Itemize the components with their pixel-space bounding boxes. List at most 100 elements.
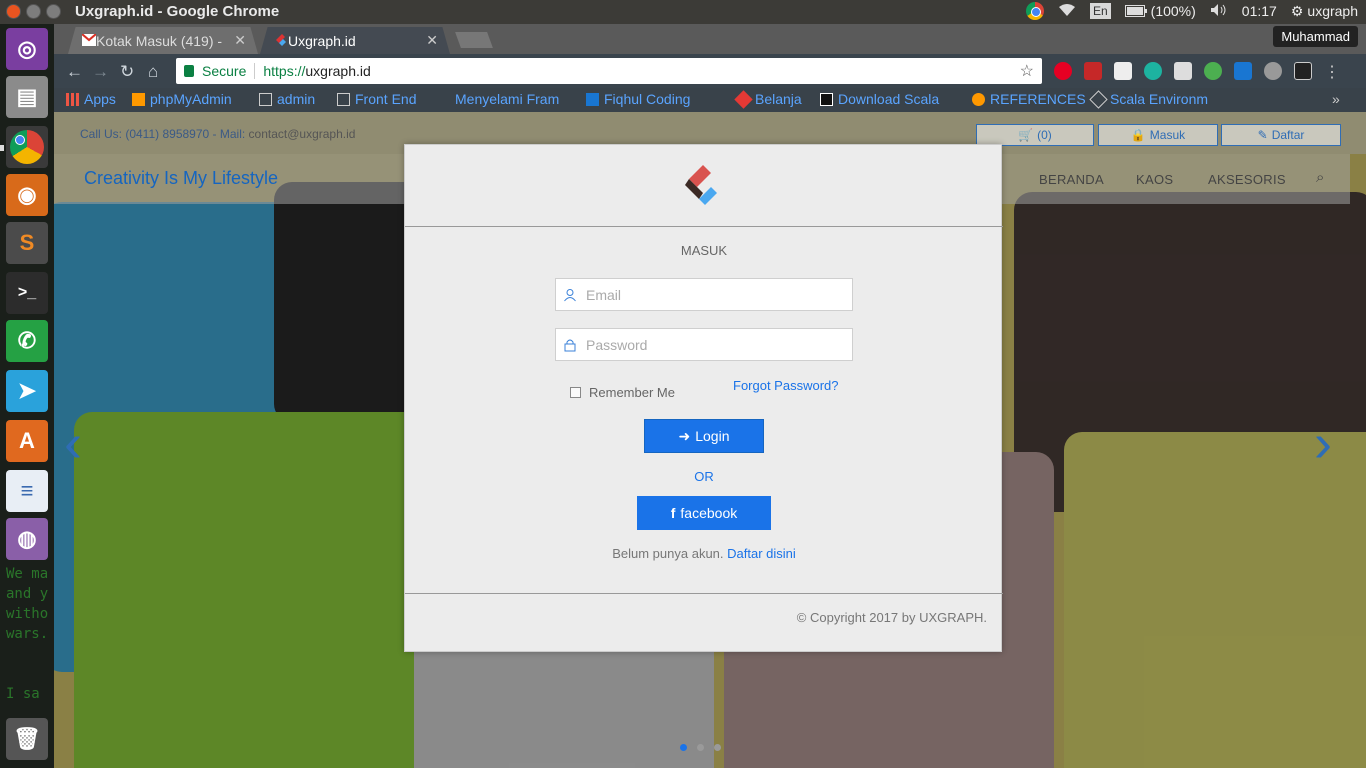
bookmark-label: Download Scala	[838, 91, 940, 107]
carousel-next-arrow-icon[interactable]: ›	[1314, 412, 1332, 474]
contact-info: Call Us: (0411) 8958970 - Mail: contact@…	[80, 127, 355, 141]
mendeley-icon[interactable]	[1144, 62, 1162, 80]
signup-prompt: Belum punya akun. Daftar disini	[405, 546, 1003, 561]
green-extension-icon[interactable]	[1204, 62, 1222, 80]
cart-button[interactable]: 🛒 (0)	[976, 124, 1094, 146]
document-viewer-icon[interactable]: ≡	[6, 470, 48, 512]
belanja-icon	[734, 89, 753, 109]
close-window-button[interactable]	[6, 4, 21, 19]
forgot-password-link[interactable]: Forgot Password?	[733, 378, 839, 393]
search-icon[interactable]: ⌕	[1316, 169, 1325, 186]
bookmark-scala-environment[interactable]: Scala Environm	[1089, 89, 1208, 109]
sticker-extension-icon[interactable]	[1294, 62, 1312, 80]
bookmark-belanja[interactable]: Belanja	[734, 89, 802, 109]
forward-arrow-icon[interactable]: →	[92, 62, 109, 82]
whatsapp-icon[interactable]: ✆	[6, 320, 48, 362]
profile-badge[interactable]: Muhammad	[1273, 26, 1358, 47]
daftar-label: Daftar	[1271, 128, 1305, 142]
email-input[interactable]	[586, 286, 836, 303]
facebook-login-button[interactable]: f facebook	[637, 496, 771, 530]
battery-icon	[1124, 5, 1147, 17]
new-tab-button[interactable]	[455, 32, 493, 48]
software-center-icon[interactable]: A	[6, 420, 48, 462]
pen-extension-icon[interactable]	[1084, 62, 1102, 80]
extensions-row: ⋮	[1054, 62, 1340, 82]
email-field[interactable]	[555, 278, 853, 311]
bookmark-star-icon[interactable]: ☆	[1020, 61, 1034, 81]
maximize-window-button[interactable]	[46, 4, 61, 19]
s-extension-icon[interactable]	[1234, 62, 1252, 80]
menu-dots-icon[interactable]: ⋮	[1324, 62, 1340, 82]
ubuntu-dash-icon[interactable]: ◎	[6, 28, 48, 70]
battery-indicator[interactable]: (100%)	[1124, 3, 1196, 19]
gear-icon: ⚙	[1290, 2, 1304, 19]
chrome-indicator-icon[interactable]	[1025, 2, 1044, 20]
address-bar[interactable]: Secure https:// uxgraph.id ☆	[176, 58, 1042, 84]
carousel-indicators	[680, 744, 721, 751]
bookmark-front-end[interactable]: Front End	[337, 91, 416, 107]
bookmark-download-scala[interactable]: Download Scala	[820, 91, 939, 107]
telegram-icon[interactable]: ➤	[6, 370, 48, 412]
sublime-text-icon[interactable]: S	[6, 222, 48, 264]
carousel-dot[interactable]	[714, 744, 721, 751]
window-controls	[6, 4, 61, 19]
firefox-icon[interactable]: ◉	[6, 174, 48, 216]
lock-icon: 🔒	[1130, 128, 1146, 142]
nav-beranda[interactable]: BERANDA	[1039, 172, 1104, 187]
disks-icon[interactable]: ◍	[6, 518, 48, 560]
reload-icon[interactable]: ↻	[120, 62, 134, 82]
daftar-button[interactable]: ✎ Daftar	[1221, 124, 1341, 146]
bookmark-references[interactable]: REFERENCES	[972, 91, 1086, 107]
nav-kaos[interactable]: KAOS	[1136, 172, 1173, 187]
scala-icon	[820, 92, 833, 106]
carousel-dot[interactable]	[680, 744, 687, 751]
pinterest-icon[interactable]	[1054, 62, 1072, 80]
tab-label: Kotak Masuk (419) -	[96, 32, 223, 49]
facebook-label: facebook	[680, 505, 738, 521]
masuk-button[interactable]: 🔒 Masuk	[1098, 124, 1218, 146]
login-button[interactable]: ➜ Login	[644, 419, 764, 453]
back-arrow-icon[interactable]: ←	[66, 62, 83, 82]
signup-link[interactable]: Daftar disini	[727, 546, 796, 561]
remember-me[interactable]: Remember Me	[570, 385, 675, 400]
chrome-launcher-icon[interactable]	[6, 126, 48, 168]
bookmark-fiqhul-coding[interactable]: Fiqhul Coding	[586, 91, 690, 107]
ubuntu-launcher: We ma and y witho wars. I sa ◎ ▤ ◉ S >_ …	[0, 24, 54, 768]
or-separator: OR	[694, 469, 714, 484]
close-icon[interactable]: ✕	[426, 32, 438, 49]
trash-icon[interactable]: 🗑	[6, 718, 48, 760]
bookmark-label: admin	[277, 91, 316, 107]
files-icon[interactable]: ▤	[6, 76, 48, 118]
extension-icon[interactable]	[1174, 62, 1192, 80]
password-field[interactable]	[555, 328, 853, 361]
volume-icon[interactable]	[1210, 3, 1228, 20]
tab-uxgraph[interactable]: Uxgraph.id ✕	[260, 27, 450, 54]
bookmark-phpmyadmin[interactable]: phpMyAdmin	[132, 91, 232, 107]
remember-checkbox[interactable]	[570, 387, 581, 398]
edit-icon: ✎	[1257, 128, 1268, 142]
bookmark-apps[interactable]: Apps	[66, 91, 116, 107]
session-indicator[interactable]: ⚙ uxgraph	[1291, 3, 1358, 20]
carousel-prev-arrow-icon[interactable]: ‹	[64, 412, 82, 474]
language-indicator[interactable]: En	[1089, 3, 1111, 19]
divider	[405, 226, 1003, 227]
close-icon[interactable]: ✕	[234, 32, 246, 49]
wifi-icon[interactable]	[1058, 3, 1076, 20]
divider	[254, 63, 256, 79]
nav-aksesoris[interactable]: AKSESORIS	[1208, 172, 1286, 187]
bookmark-admin[interactable]: admin	[259, 91, 315, 107]
carousel-dot[interactable]	[697, 744, 704, 751]
url-scheme: https://	[263, 63, 306, 79]
contact-email: contact@uxgraph.id	[248, 127, 356, 141]
minimize-window-button[interactable]	[26, 4, 41, 19]
terminal-icon[interactable]: >_	[6, 272, 48, 314]
home-icon[interactable]: ⌂	[148, 62, 158, 82]
password-input[interactable]	[586, 336, 836, 353]
tab-gmail[interactable]: Kotak Masuk (419) - ✕	[68, 27, 258, 54]
globe-icon[interactable]	[1264, 62, 1282, 80]
clock[interactable]: 01:17	[1242, 3, 1277, 19]
vehicle-extension-icon[interactable]	[1114, 62, 1132, 80]
site-brand[interactable]: Creativity Is My Lifestyle	[84, 168, 278, 189]
bookmark-menyelami[interactable]: Menyelami Fram	[455, 91, 559, 107]
bookmarks-overflow[interactable]: »	[1332, 91, 1340, 107]
